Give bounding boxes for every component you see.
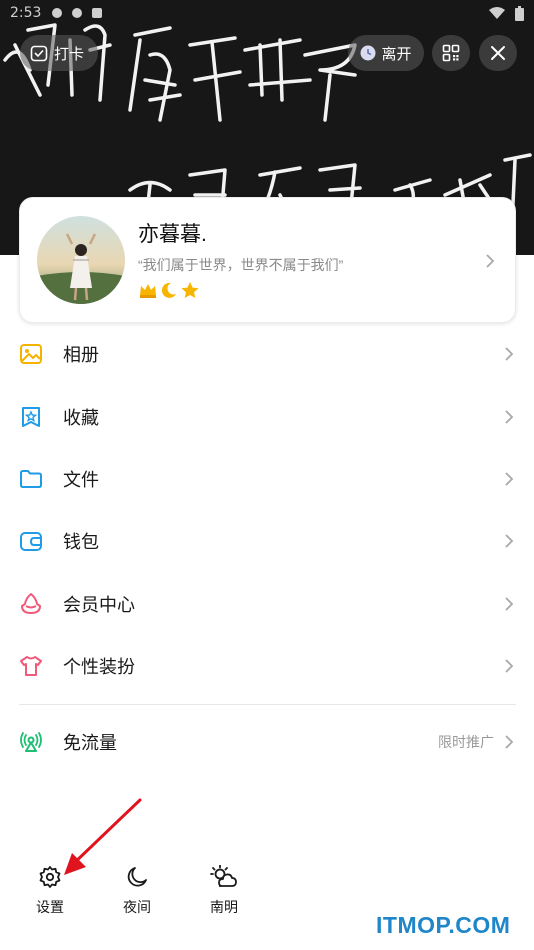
settings-button[interactable]: 设置 (20, 865, 80, 917)
qr-code-icon (442, 44, 460, 62)
status-icons (51, 7, 103, 19)
chevron-right-icon (505, 409, 514, 424)
night-label: 夜间 (123, 899, 151, 915)
qr-code-button[interactable] (432, 35, 470, 71)
chevron-right-icon (505, 597, 514, 611)
menu-item-label: 会员中心 (63, 594, 135, 615)
clock-icon (360, 45, 376, 61)
wallet-icon (20, 532, 42, 552)
battery-icon (515, 5, 524, 21)
chevron-right-icon (486, 254, 495, 268)
chevron-right-icon (505, 735, 514, 749)
checkin-icon (30, 45, 48, 62)
moon-icon[interactable] (160, 281, 178, 299)
checkin-button[interactable]: 打卡 (20, 35, 98, 71)
menu-item-label: 收藏 (63, 407, 99, 428)
chevron-right-icon (505, 659, 514, 673)
menu-item-favorites[interactable]: 收藏 (0, 385, 534, 447)
night-mode-button[interactable]: 夜间 (107, 865, 167, 917)
wifi-icon (489, 6, 505, 19)
moon-icon (127, 867, 147, 887)
weather-icon (210, 865, 237, 887)
divider (19, 704, 516, 705)
star-icon[interactable] (180, 281, 200, 299)
badge-row (138, 281, 200, 299)
menu-item-member-center[interactable]: 会员中心 (0, 573, 534, 635)
notification-icon (52, 8, 63, 18)
close-icon (491, 46, 505, 60)
watermark: ITMOP.COM (376, 912, 511, 938)
avatar[interactable] (37, 216, 125, 304)
chevron-right-icon (505, 534, 514, 548)
signature: “我们属于世界，世界不属于我们” (138, 257, 344, 273)
menu-item-label: 文件 (63, 469, 99, 490)
gear-icon (39, 866, 61, 888)
free-data-icon (20, 732, 42, 752)
chevron-right-icon (505, 472, 514, 486)
away-status-button[interactable]: 离开 (348, 35, 424, 71)
menu-item-label: 个性装扮 (63, 657, 135, 678)
profile-card[interactable]: 亦暮暮. “我们属于世界，世界不属于我们” (19, 197, 516, 323)
favorites-icon (22, 406, 40, 427)
menu-item-album[interactable]: 相册 (0, 323, 534, 385)
album-icon (20, 344, 42, 365)
menu-item-files[interactable]: 文件 (0, 448, 534, 510)
menu-item-dress-up[interactable]: 个性装扮 (0, 635, 534, 697)
nickname: 亦暮暮. (138, 223, 207, 246)
weather-button[interactable]: 南明 (194, 865, 254, 917)
dressup-icon (20, 656, 42, 677)
menu-item-wallet[interactable]: 钱包 (0, 510, 534, 572)
away-label: 离开 (381, 45, 412, 63)
status-bar: 2:53 (0, 0, 534, 26)
crown-icon[interactable] (138, 281, 158, 299)
status-time: 2:53 (10, 5, 42, 21)
checkin-label: 打卡 (54, 45, 85, 63)
menu-item-free-data[interactable]: 免流量 限时推广 (0, 711, 534, 773)
folder-icon (20, 469, 42, 488)
notification-icon (72, 8, 83, 18)
notification-icon (92, 8, 103, 18)
menu-item-label: 免流量 (63, 733, 117, 753)
chevron-right-icon (505, 347, 514, 361)
weather-label: 南明 (210, 899, 238, 915)
promo-tag: 限时推广 (438, 734, 494, 750)
close-button[interactable] (479, 35, 517, 71)
menu-item-label: 相册 (63, 345, 99, 366)
settings-label: 设置 (36, 899, 64, 915)
menu-item-label: 钱包 (63, 532, 99, 553)
member-icon (21, 592, 41, 614)
menu-list: 相册 收藏 文件 钱包 会员中心 个性装扮 (0, 323, 534, 697)
